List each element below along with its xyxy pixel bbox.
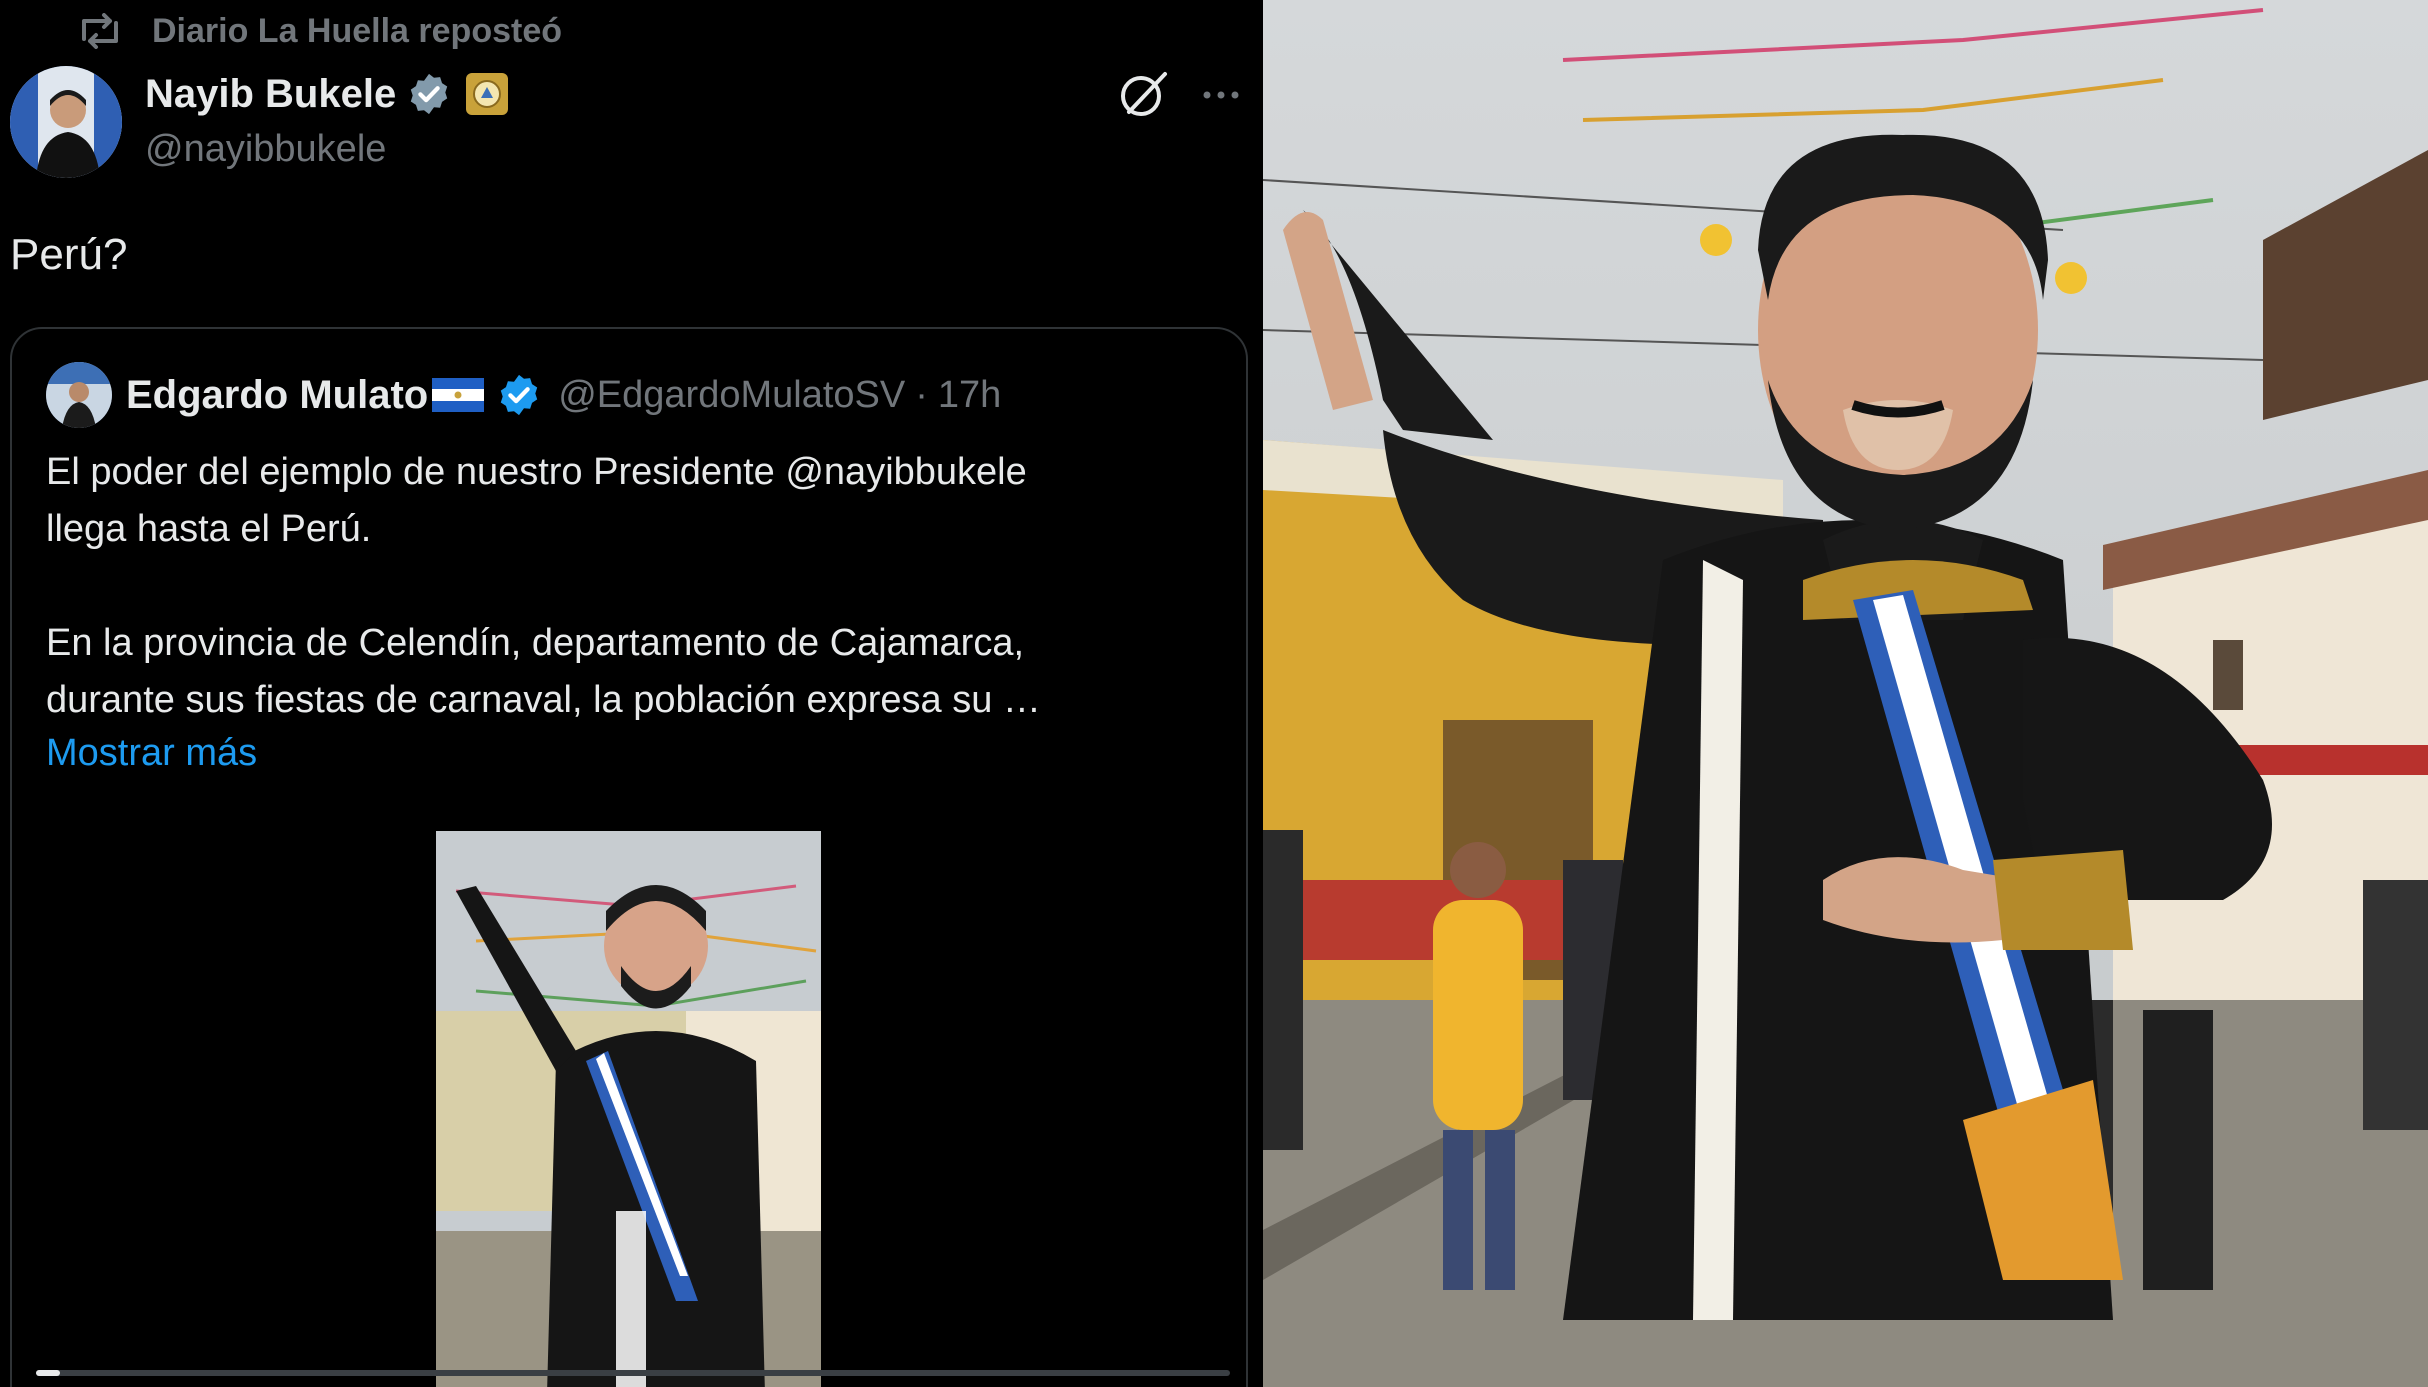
repost-text: Diario La Huella reposteó <box>152 11 562 50</box>
meta-separator: · <box>915 373 928 416</box>
repost-icon <box>82 13 118 49</box>
video-progress-fill <box>36 1370 60 1376</box>
avatar-image <box>10 66 122 178</box>
author-avatar[interactable] <box>10 66 122 178</box>
video-progress-bar[interactable] <box>36 1370 1230 1376</box>
tweet-panel: Diario La Huella reposteó Nayib Bukele @… <box>0 0 1263 1387</box>
show-more-link[interactable]: Mostrar más <box>46 732 257 775</box>
quoted-tweet[interactable]: Edgardo Mulato @EdgardoMulatoSV · 17h El… <box>10 327 1248 1387</box>
quote-text-line: El poder del ejemplo de nuestro Presiden… <box>46 451 1027 493</box>
quote-author-avatar[interactable] <box>46 362 112 428</box>
quote-header: Edgardo Mulato @EdgardoMulatoSV · 17h <box>46 362 1001 428</box>
author-name-row: Nayib Bukele <box>145 66 509 122</box>
quote-timestamp[interactable]: 17h <box>938 374 1001 417</box>
verified-icon <box>411 73 448 115</box>
quote-text: El poder del ejemplo de nuestro Presiden… <box>46 444 1226 729</box>
verified-icon <box>501 374 538 416</box>
flag-el-salvador-icon <box>432 378 485 412</box>
quote-text-line: En la provincia de Celendín, departament… <box>46 622 1025 664</box>
quote-author-name[interactable]: Edgardo Mulato <box>126 373 428 418</box>
quote-author-handle[interactable]: @EdgardoMulatoSV <box>558 374 905 417</box>
author-name[interactable]: Nayib Bukele <box>145 72 396 117</box>
video-frame-image <box>1263 0 2428 1387</box>
quote-video-thumbnail[interactable] <box>436 831 821 1387</box>
government-badge-icon[interactable] <box>466 73 509 115</box>
more-icon[interactable] <box>1198 72 1244 118</box>
tweet-text: Perú? <box>10 230 128 279</box>
author-handle[interactable]: @nayibbukele <box>145 128 386 171</box>
quote-text-line: llega hasta el Perú. <box>46 508 372 550</box>
repost-indicator[interactable]: Diario La Huella reposteó <box>78 10 562 52</box>
grok-icon[interactable] <box>1115 66 1171 122</box>
quote-text-line: durante sus fiestas de carnaval, la pobl… <box>46 679 1041 721</box>
